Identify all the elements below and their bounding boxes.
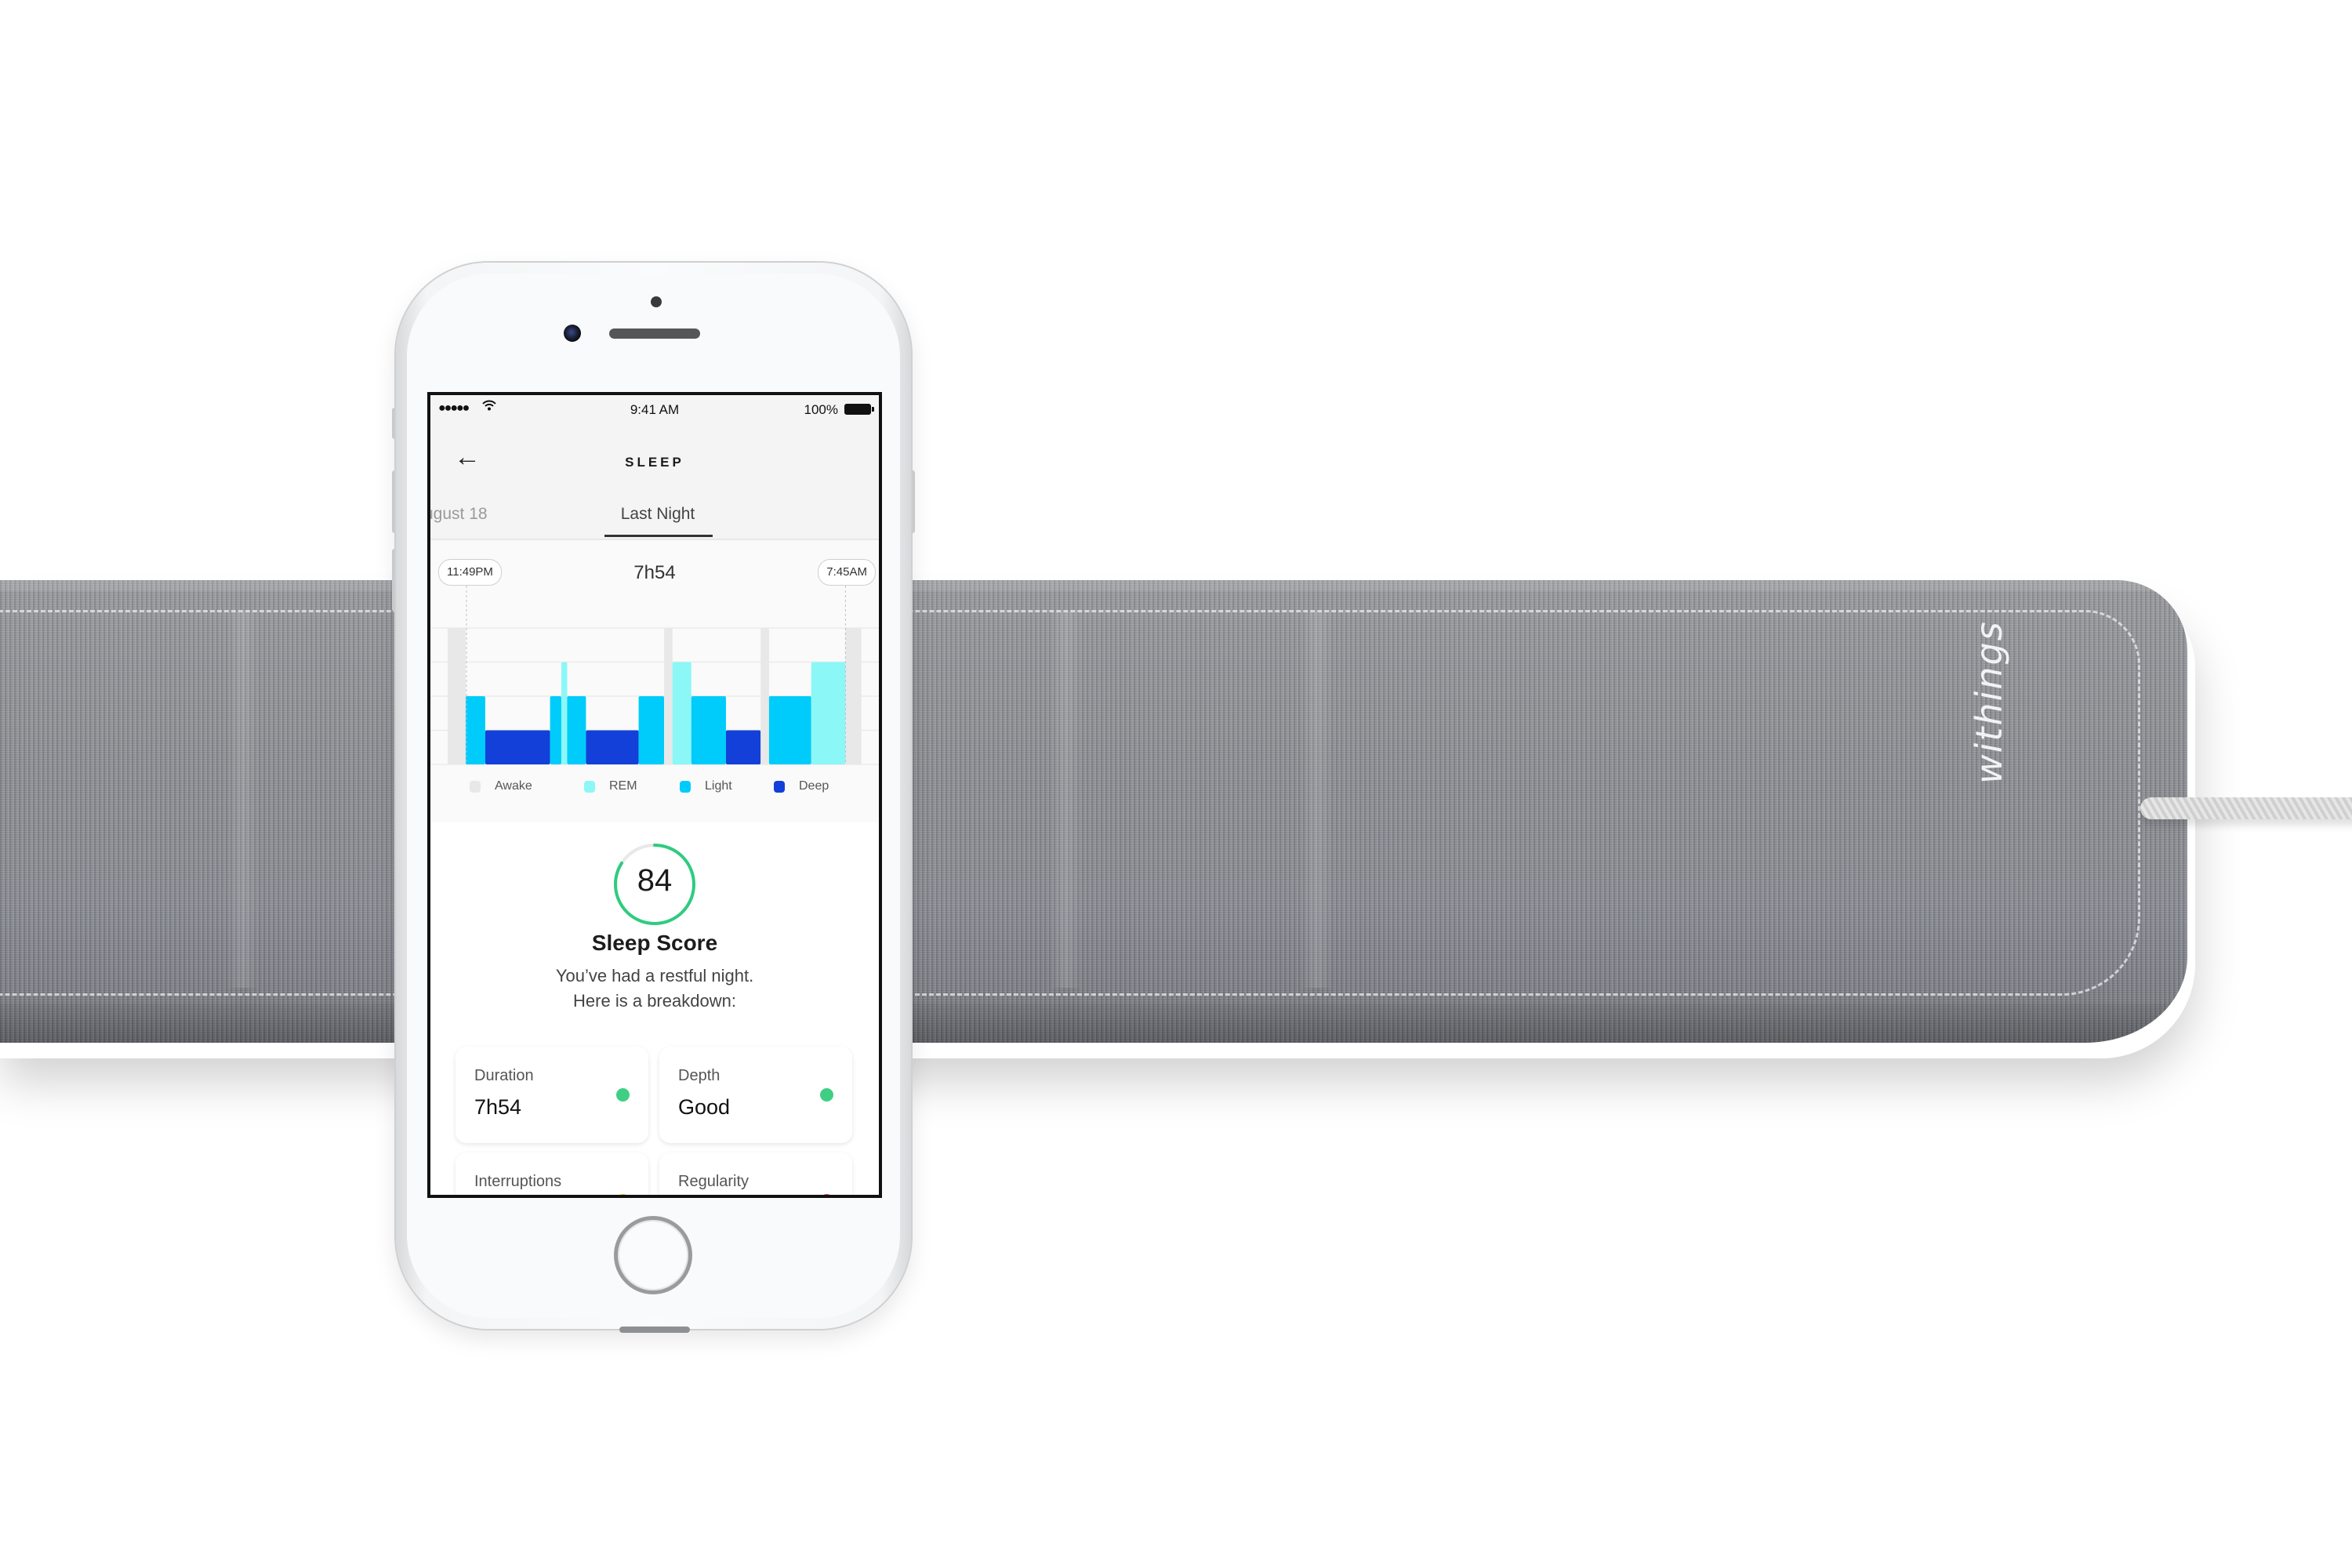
active-tab-indicator	[604, 535, 713, 537]
legend-swatch	[470, 780, 481, 793]
bar-rem	[811, 662, 846, 764]
bar-light	[638, 696, 665, 764]
mat-hem	[0, 1004, 2187, 1043]
mat-cable	[2140, 797, 2352, 819]
tab-previous-date[interactable]: ugust 18	[430, 505, 488, 524]
legend-awake: Awake	[470, 779, 532, 793]
mat-stitching	[0, 610, 2140, 996]
earpiece-speaker	[609, 328, 700, 339]
proximity-sensor	[651, 296, 662, 307]
status-dot	[820, 1194, 833, 1195]
card-label: Regularity	[678, 1173, 750, 1190]
sleep-mat	[0, 580, 2187, 1043]
bar-rem	[672, 662, 691, 764]
bar-deep	[586, 730, 639, 764]
legend-label: Deep	[799, 779, 829, 793]
phone-screen: ●●●●● 9:41 AM 100% ← SLEEP ugust 18 Last…	[427, 392, 882, 1198]
bar-awake	[845, 628, 862, 764]
nav-header: ← SLEEP ugust 18 Last Night	[430, 425, 879, 540]
bar-light	[768, 696, 811, 764]
sleep-chart: 11:49PM 7h54 7:45AM Awake REM Light Deep	[430, 540, 879, 822]
battery-percent: 100%	[804, 402, 838, 417]
card-value: 7h54	[474, 1095, 522, 1119]
brand-logo: withings	[1968, 620, 2010, 784]
sleep-score-value: 84	[637, 863, 673, 898]
legend-rem: REM	[584, 779, 637, 793]
tab-last-night[interactable]: Last Night	[603, 505, 713, 524]
legend-label: Awake	[495, 779, 532, 793]
sleep-score-message: You’ve had a restful night. Here is a br…	[430, 964, 879, 1014]
breakdown-card-duration[interactable]: Duration 7h54	[456, 1047, 648, 1143]
legend-light: Light	[680, 779, 732, 793]
sleep-duration: 7h54	[633, 562, 676, 583]
bar-awake	[760, 628, 769, 764]
chart-legend: Awake REM Light Deep	[430, 779, 879, 803]
legend-label: REM	[609, 779, 637, 793]
bar-light	[691, 696, 726, 764]
bar-deep	[485, 730, 550, 764]
sleep-score-section: 84 Sleep Score You’ve had a restful nigh…	[430, 822, 879, 1195]
front-camera-icon	[564, 325, 581, 342]
battery-icon	[844, 404, 874, 415]
lightning-port	[619, 1327, 690, 1333]
card-value: Good	[678, 1095, 731, 1119]
legend-label: Light	[705, 779, 732, 793]
status-dot	[820, 1088, 833, 1102]
status-dot	[616, 1088, 630, 1102]
breakdown-card-interruptions[interactable]: Interruptions	[456, 1152, 648, 1195]
bar-light	[567, 696, 586, 764]
bar-light	[465, 696, 485, 764]
status-bar: ●●●●● 9:41 AM 100%	[430, 395, 879, 425]
legend-swatch	[680, 780, 691, 793]
status-dot	[616, 1194, 630, 1195]
bar-light	[550, 696, 561, 764]
card-label: Depth	[678, 1067, 720, 1084]
bar-awake	[664, 628, 673, 764]
end-time-pill: 7:45AM	[818, 559, 876, 586]
breakdown-card-regularity[interactable]: Regularity	[659, 1152, 852, 1195]
legend-swatch	[584, 780, 595, 793]
bar-rem	[561, 662, 568, 764]
card-label: Interruptions	[474, 1173, 562, 1190]
card-label: Duration	[474, 1067, 534, 1084]
legend-swatch	[774, 780, 785, 793]
page-title: SLEEP	[625, 455, 684, 470]
breakdown-card-depth[interactable]: Depth Good	[659, 1047, 852, 1143]
bar-deep	[725, 730, 761, 764]
message-line: You’ve had a restful night.	[555, 966, 754, 985]
home-button[interactable]	[614, 1216, 692, 1294]
message-line: Here is a breakdown:	[573, 991, 736, 1011]
legend-deep: Deep	[774, 779, 829, 793]
bar-awake	[448, 628, 466, 764]
sleep-score-title: Sleep Score	[591, 931, 718, 955]
mat-top-edge	[0, 580, 2187, 591]
